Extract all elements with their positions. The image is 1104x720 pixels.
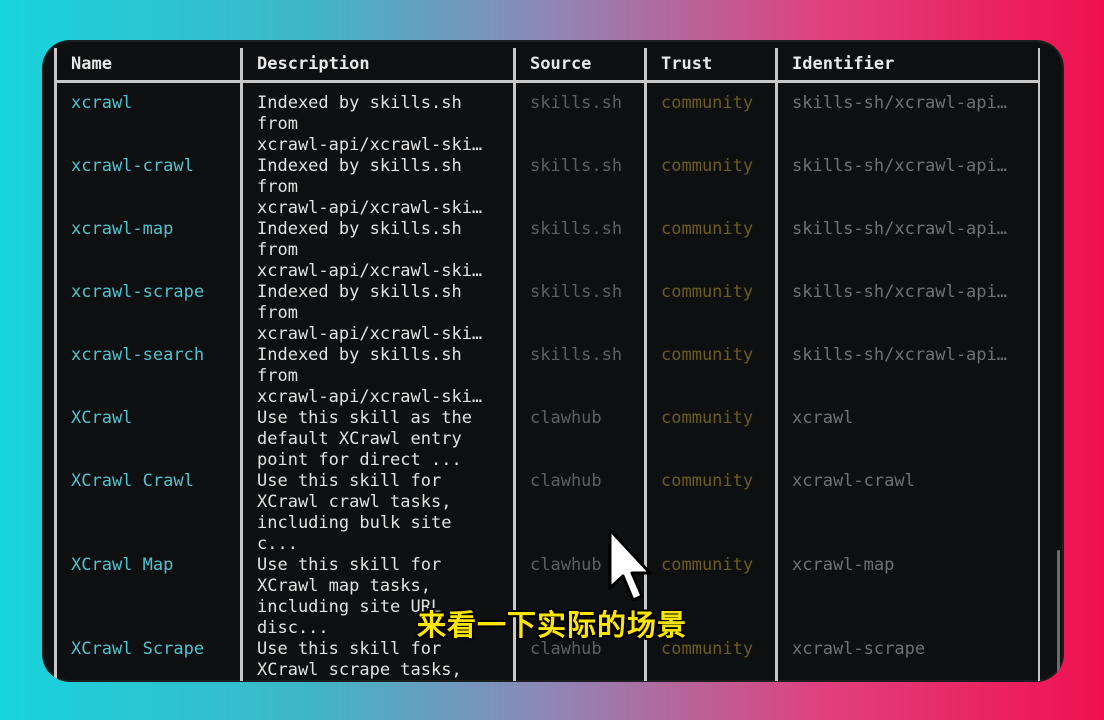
row-trust: community xyxy=(644,408,777,471)
skills-table: Name Description Source Trust Identifier… xyxy=(54,48,1040,681)
row-description: Indexed by skills.sh from xcrawl-api/xcr… xyxy=(240,156,515,219)
table-row: xcrawl-scrape Indexed by skills.sh from … xyxy=(54,282,1040,345)
row-identifier: skills-sh/xcrawl-api… xyxy=(775,219,1040,282)
row-source: skills.sh xyxy=(513,345,646,408)
mouse-pointer-icon xyxy=(608,528,652,602)
video-subtitle: 来看一下实际的场景 xyxy=(416,608,687,642)
row-identifier: skills-sh/xcrawl-api… xyxy=(775,282,1040,345)
table-row: xcrawl-crawl Indexed by skills.sh from x… xyxy=(54,156,1040,219)
row-description: Indexed by skills.sh from xcrawl-api/xcr… xyxy=(240,282,515,345)
row-trust: community xyxy=(644,156,777,219)
row-name: xcrawl-crawl xyxy=(54,156,242,219)
row-trust: community xyxy=(644,345,777,408)
row-description: Use this skill as the default XCrawl ent… xyxy=(240,408,515,471)
table-row: XCrawl Use this skill as the default XCr… xyxy=(54,408,1040,471)
row-identifier: xcrawl xyxy=(775,408,1040,471)
row-source: skills.sh xyxy=(513,81,646,156)
table-header-row: Name Description Source Trust Identifier xyxy=(54,48,1040,83)
table-row: XCrawl Crawl Use this skill for XCrawl c… xyxy=(54,471,1040,555)
header-identifier: Identifier xyxy=(775,48,1040,83)
row-trust: community xyxy=(644,219,777,282)
row-trust: community xyxy=(644,81,777,156)
header-description: Description xyxy=(240,48,515,83)
row-source: skills.sh xyxy=(513,282,646,345)
row-source: skills.sh xyxy=(513,219,646,282)
row-name: xcrawl-search xyxy=(54,345,242,408)
header-source: Source xyxy=(513,48,646,83)
header-name: Name xyxy=(54,48,242,83)
row-name: xcrawl-scrape xyxy=(54,282,242,345)
row-identifier: xcrawl-crawl xyxy=(775,471,1040,555)
row-source: skills.sh xyxy=(513,156,646,219)
table-row: xcrawl-search Indexed by skills.sh from … xyxy=(54,345,1040,408)
row-name: xcrawl xyxy=(54,81,242,156)
table-row: XCrawl Scrape Use this skill for XCrawl … xyxy=(54,639,1040,681)
row-trust: community xyxy=(644,639,777,681)
row-source: clawhub xyxy=(513,639,646,681)
terminal-window: Name Description Source Trust Identifier… xyxy=(42,40,1064,682)
row-identifier: skills-sh/xcrawl-api… xyxy=(775,156,1040,219)
table-row: xcrawl-map Indexed by skills.sh from xcr… xyxy=(54,219,1040,282)
row-trust: community xyxy=(644,471,777,555)
table-row: xcrawl Indexed by skills.sh from xcrawl-… xyxy=(54,81,1040,156)
row-description: Use this skill for XCrawl crawl tasks, i… xyxy=(240,471,515,555)
header-trust: Trust xyxy=(644,48,777,83)
row-description: Use this skill for XCrawl scrape tasks, xyxy=(240,639,515,681)
row-name: XCrawl Crawl xyxy=(54,471,242,555)
row-name: XCrawl Scrape xyxy=(54,639,242,681)
row-source: clawhub xyxy=(513,408,646,471)
row-name: xcrawl-map xyxy=(54,219,242,282)
row-trust: community xyxy=(644,282,777,345)
row-name: XCrawl xyxy=(54,408,242,471)
row-description: Indexed by skills.sh from xcrawl-api/xcr… xyxy=(240,345,515,408)
row-identifier: skills-sh/xcrawl-api… xyxy=(775,345,1040,408)
row-identifier: xcrawl-scrape xyxy=(775,639,1040,681)
terminal-output: Name Description Source Trust Identifier… xyxy=(54,48,1040,682)
row-description: Indexed by skills.sh from xcrawl-api/xcr… xyxy=(240,81,515,156)
row-description: Indexed by skills.sh from xcrawl-api/xcr… xyxy=(240,219,515,282)
row-identifier: skills-sh/xcrawl-api… xyxy=(775,81,1040,156)
